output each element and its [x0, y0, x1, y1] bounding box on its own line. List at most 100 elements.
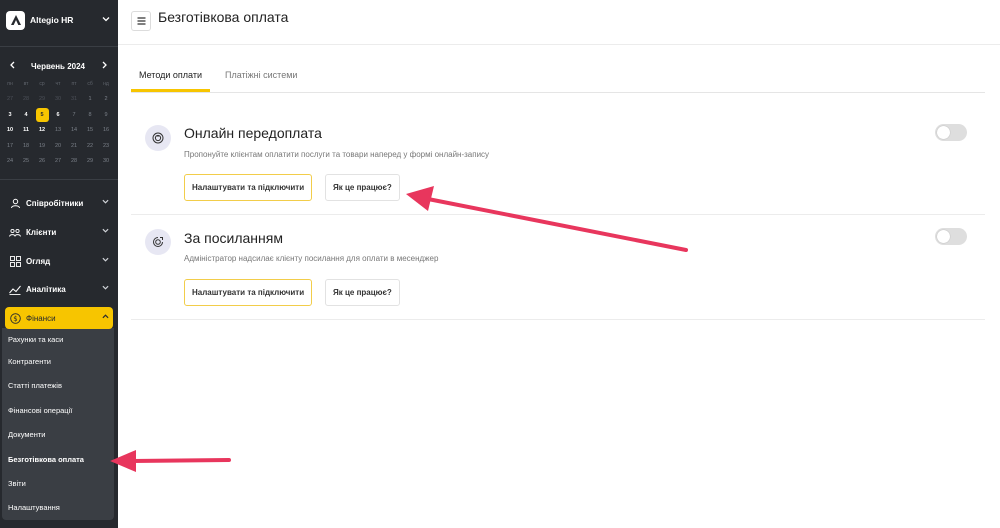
- prepayment-icon: [145, 125, 171, 151]
- calendar-day[interactable]: 16: [98, 123, 114, 139]
- calendar-day-label: 5: [35, 107, 49, 122]
- divider: [0, 46, 118, 47]
- calendar-day[interactable]: 18: [18, 138, 34, 154]
- calendar-day[interactable]: 27: [50, 154, 66, 170]
- tab-payment-systems[interactable]: Платіжні системи: [217, 64, 305, 92]
- submenu-item-reports[interactable]: Звіти: [8, 478, 26, 490]
- chevron-down-icon: [102, 198, 109, 207]
- calendar-weekday: пн: [7, 80, 13, 87]
- calendar-day-today[interactable]: 5: [34, 107, 50, 123]
- chevron-down-icon: [102, 256, 109, 265]
- nav-item-clients[interactable]: Клієнти: [5, 221, 113, 243]
- calendar-day[interactable]: 10: [2, 123, 18, 139]
- calendar-grid: пн вт ср чт пт сб нд 27 28 29 30 31 1 2 3 4 5 6 7 8 9 10 11 12 1…: [2, 76, 114, 169]
- submenu-item-accounts[interactable]: Рахунки та каси: [8, 334, 63, 346]
- calendar-day[interactable]: 15: [82, 123, 98, 139]
- nav-item-label: Аналітика: [26, 284, 66, 294]
- calendar-day[interactable]: 2: [98, 92, 114, 108]
- submenu-item-financial-operations[interactable]: Фінансові операції: [8, 405, 72, 417]
- calendar-day[interactable]: 30: [98, 154, 114, 170]
- chevron-down-icon: [102, 284, 109, 293]
- calendar-day[interactable]: 31: [66, 92, 82, 108]
- grid-icon: [8, 254, 22, 268]
- chevron-up-icon: [102, 313, 109, 322]
- calendar-day[interactable]: 22: [82, 138, 98, 154]
- calendar-day[interactable]: 11: [18, 123, 34, 139]
- topbar: Безготівкова оплата: [118, 0, 1000, 45]
- submenu-item-payment-items[interactable]: Статті платежів: [8, 380, 62, 392]
- submenu-item-cashless-payment[interactable]: Безготівкова оплата: [8, 454, 84, 466]
- clients-icon: [8, 225, 22, 239]
- nav-item-label: Співробітники: [26, 198, 84, 208]
- finance-submenu: Рахунки та каси Контрагенти Статті плате…: [2, 328, 114, 520]
- person-icon: [8, 196, 22, 210]
- analytics-icon: [8, 282, 22, 296]
- main-content: Безготівкова оплата Методи оплати Платіж…: [118, 0, 1000, 528]
- nav-item-finance[interactable]: $ Фінанси: [5, 307, 113, 329]
- payment-method-card: Онлайн передоплата Пропонуйте клієнтам о…: [131, 108, 985, 215]
- calendar-day[interactable]: 12: [34, 123, 50, 139]
- submenu-item-documents[interactable]: Документи: [8, 429, 45, 441]
- tab-payment-methods[interactable]: Методи оплати: [131, 64, 210, 92]
- calendar-day[interactable]: 8: [82, 107, 98, 123]
- calendar-day[interactable]: 4: [18, 107, 34, 123]
- how-it-works-button[interactable]: Як це працює?: [325, 279, 400, 306]
- calendar-day[interactable]: 26: [34, 154, 50, 170]
- calendar-day[interactable]: 9: [98, 107, 114, 123]
- calendar-day[interactable]: 19: [34, 138, 50, 154]
- calendar-prev-icon[interactable]: [6, 61, 18, 71]
- calendar-day[interactable]: 17: [2, 138, 18, 154]
- calendar-day[interactable]: 13: [50, 123, 66, 139]
- calendar-day[interactable]: 20: [50, 138, 66, 154]
- calendar-day[interactable]: 1: [82, 92, 98, 108]
- chevron-down-icon: [102, 227, 109, 236]
- method-title: Онлайн передоплата: [184, 125, 322, 141]
- method-toggle[interactable]: [935, 124, 967, 141]
- calendar-day[interactable]: 23: [98, 138, 114, 154]
- submenu-item-settings[interactable]: Налаштування: [8, 502, 60, 514]
- calendar-day[interactable]: 25: [18, 154, 34, 170]
- calendar-month: Червень 2024: [31, 61, 85, 71]
- calendar-day[interactable]: 28: [66, 154, 82, 170]
- submenu-item-counterparties[interactable]: Контрагенти: [8, 356, 51, 368]
- toggle-knob: [937, 230, 950, 243]
- method-title: За посиланням: [184, 230, 283, 246]
- nav-item-label: Фінанси: [26, 313, 56, 323]
- nav-item-analytics[interactable]: Аналітика: [5, 278, 113, 300]
- calendar-next-icon[interactable]: [98, 61, 110, 71]
- sidebar: Altegio HR Червень 2024 пн вт ср чт пт сб нд 27…: [0, 0, 118, 528]
- calendar-day[interactable]: 29: [34, 92, 50, 108]
- brand-logo-icon: [6, 10, 25, 30]
- calendar-weekday: вт: [23, 80, 29, 87]
- svg-text:$: $: [13, 315, 17, 323]
- configure-connect-button[interactable]: Налаштувати та підключити: [184, 174, 313, 201]
- calendar-weekday: ср: [39, 80, 45, 87]
- calendar-day[interactable]: 28: [18, 92, 34, 108]
- chevron-down-icon: [102, 15, 110, 25]
- calendar-day[interactable]: 30: [50, 92, 66, 108]
- divider: [0, 179, 118, 180]
- configure-connect-button[interactable]: Налаштувати та підключити: [184, 279, 313, 306]
- calendar-weekday: нд: [103, 80, 109, 87]
- calendar-day[interactable]: 6: [50, 107, 66, 123]
- calendar-day[interactable]: 7: [66, 107, 82, 123]
- calendar-day[interactable]: 27: [2, 92, 18, 108]
- calendar-day[interactable]: 3: [2, 107, 18, 123]
- hamburger-icon: [137, 17, 145, 25]
- nav-item-overview[interactable]: Огляд: [5, 250, 113, 272]
- calendar-weekday: чт: [55, 80, 61, 87]
- calendar-weekday: пт: [71, 80, 77, 87]
- brand-name: Altegio HR: [30, 15, 74, 25]
- menu-toggle-button[interactable]: [131, 11, 151, 31]
- how-it-works-button[interactable]: Як це працює?: [325, 174, 400, 201]
- calendar-day[interactable]: 21: [66, 138, 82, 154]
- calendar-day[interactable]: 29: [82, 154, 98, 170]
- method-toggle[interactable]: [935, 228, 967, 245]
- nav-item-employees[interactable]: Співробітники: [5, 192, 113, 214]
- method-description: Пропонуйте клієнтам оплатити послуги та …: [184, 150, 490, 159]
- payment-method-card: За посиланням Адміністратор надсилає клі…: [131, 215, 985, 320]
- calendar-day[interactable]: 24: [2, 154, 18, 170]
- nav-item-label: Огляд: [26, 256, 51, 266]
- brand-switcher[interactable]: Altegio HR: [6, 9, 112, 31]
- calendar-day[interactable]: 14: [66, 123, 82, 139]
